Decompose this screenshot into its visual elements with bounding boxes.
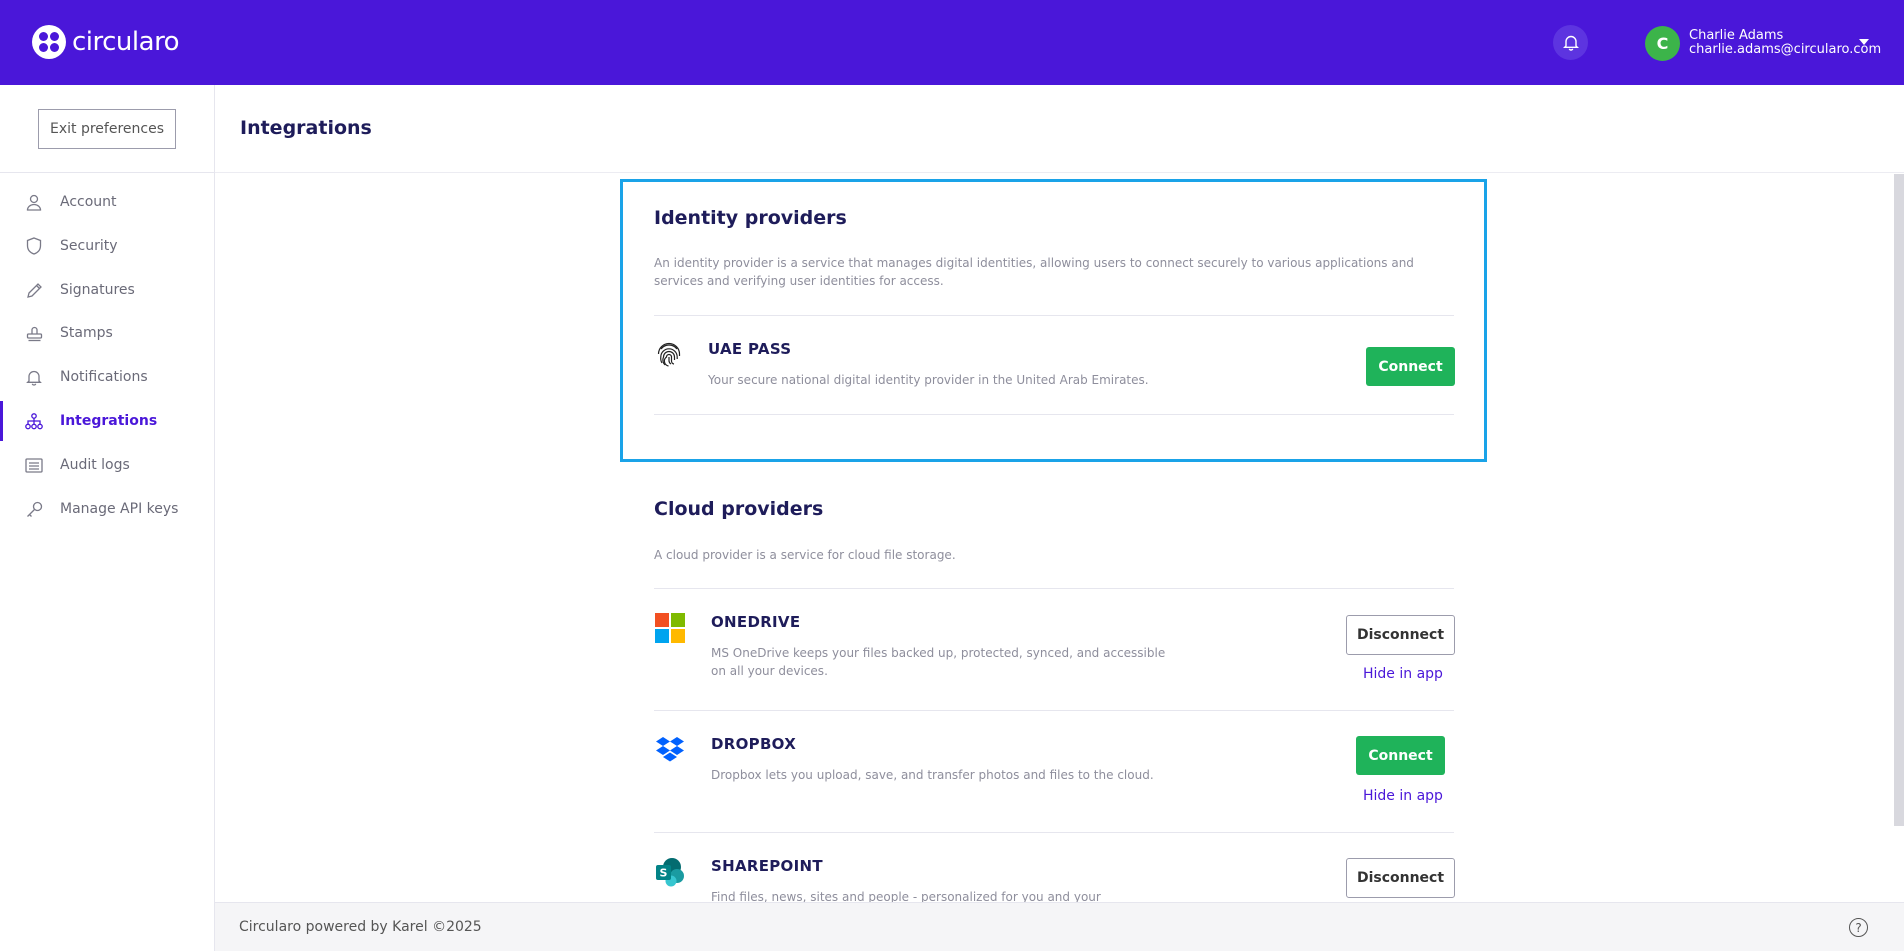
stamp-icon <box>25 324 43 342</box>
footer-text: Circularo powered by Karel ©2025 <box>239 919 482 935</box>
page-title: Integrations <box>240 117 372 139</box>
uae-pass-name: UAE PASS <box>708 340 792 358</box>
sharepoint-description: Find files, news, sites and people - per… <box>711 890 1101 902</box>
scrollbar[interactable] <box>1894 174 1904 826</box>
cloud-providers-title: Cloud providers <box>654 498 824 520</box>
user-name[interactable]: Charlie Adams <box>1689 28 1783 43</box>
dropbox-name: DROPBOX <box>711 735 797 753</box>
logo-icon <box>32 25 66 59</box>
network-icon <box>25 412 43 430</box>
sidebar-item-label: Notifications <box>60 369 148 385</box>
content-header: Integrations <box>215 85 1904 173</box>
identity-providers-title: Identity providers <box>654 207 847 229</box>
list-icon <box>25 456 43 474</box>
user-avatar[interactable]: C <box>1645 26 1680 61</box>
footer: Circularo powered by Karel ©2025 ? <box>215 902 1904 951</box>
microsoft-icon <box>655 613 685 643</box>
sharepoint-disconnect-button[interactable]: Disconnect <box>1346 858 1455 898</box>
sidebar-item-integrations[interactable]: Integrations <box>0 401 214 441</box>
sidebar-item-label: Signatures <box>60 282 135 298</box>
sidebar-item-signatures[interactable]: Signatures <box>0 270 214 310</box>
bell-icon <box>1562 35 1579 51</box>
sidebar-item-security[interactable]: Security <box>0 226 214 266</box>
identity-providers-description: An identity provider is a service that m… <box>654 256 1414 288</box>
caret-down-icon[interactable] <box>1859 39 1869 45</box>
top-bar: circularo C Charlie Adams charlie.adams@… <box>0 0 1904 85</box>
sidebar-divider <box>0 172 215 173</box>
sidebar-item-notifications[interactable]: Notifications <box>0 357 214 397</box>
notifications-button[interactable] <box>1553 25 1588 60</box>
onedrive-disconnect-button[interactable]: Disconnect <box>1346 615 1455 655</box>
pen-icon <box>25 281 43 299</box>
onedrive-description: MS OneDrive keeps your files backed up, … <box>711 646 1166 678</box>
onedrive-hide-in-app-link[interactable]: Hide in app <box>1363 666 1443 682</box>
divider <box>654 832 1454 833</box>
key-icon <box>25 500 43 518</box>
sidebar-item-audit-logs[interactable]: Audit logs <box>0 445 214 485</box>
app-name: circularo <box>72 27 180 57</box>
dropbox-description: Dropbox lets you upload, save, and trans… <box>711 768 1154 782</box>
app-logo[interactable]: circularo <box>32 25 180 59</box>
fingerprint-icon <box>654 340 684 370</box>
sidebar-item-label: Manage API keys <box>60 501 179 517</box>
cloud-providers-description: A cloud provider is a service for cloud … <box>654 548 956 562</box>
sidebar-item-label: Audit logs <box>60 457 130 473</box>
sidebar-item-account[interactable]: Account <box>0 182 214 222</box>
onedrive-name: ONEDRIVE <box>711 613 801 631</box>
integrations-content[interactable]: Identity providers An identity provider … <box>215 173 1904 902</box>
help-icon[interactable]: ? <box>1849 918 1868 937</box>
user-email[interactable]: charlie.adams@circularo.com <box>1689 42 1881 57</box>
dropbox-connect-button[interactable]: Connect <box>1356 736 1445 775</box>
divider <box>654 588 1454 589</box>
user-icon <box>25 193 43 211</box>
exit-preferences-button[interactable]: Exit preferences <box>38 109 176 149</box>
sidebar-item-label: Security <box>60 238 118 254</box>
dropbox-icon <box>655 735 685 765</box>
sidebar-item-stamps[interactable]: Stamps <box>0 313 214 353</box>
divider <box>654 414 1454 415</box>
dropbox-hide-in-app-link[interactable]: Hide in app <box>1363 788 1443 804</box>
sidebar-item-manage-api-keys[interactable]: Manage API keys <box>0 489 214 529</box>
sharepoint-name: SHAREPOINT <box>711 857 823 875</box>
divider <box>654 710 1454 711</box>
shield-icon <box>25 237 43 255</box>
sharepoint-icon: S <box>655 857 685 887</box>
sidebar-item-label: Integrations <box>60 413 158 429</box>
svg-text:S: S <box>660 867 668 880</box>
sidebar-item-label: Account <box>60 194 117 210</box>
sidebar: Exit preferences Account Security Signat… <box>0 85 215 951</box>
bell-icon <box>25 368 43 386</box>
sidebar-item-label: Stamps <box>60 325 113 341</box>
divider <box>654 315 1454 316</box>
uae-pass-description: Your secure national digital identity pr… <box>708 373 1149 387</box>
uae-pass-connect-button[interactable]: Connect <box>1366 347 1455 386</box>
